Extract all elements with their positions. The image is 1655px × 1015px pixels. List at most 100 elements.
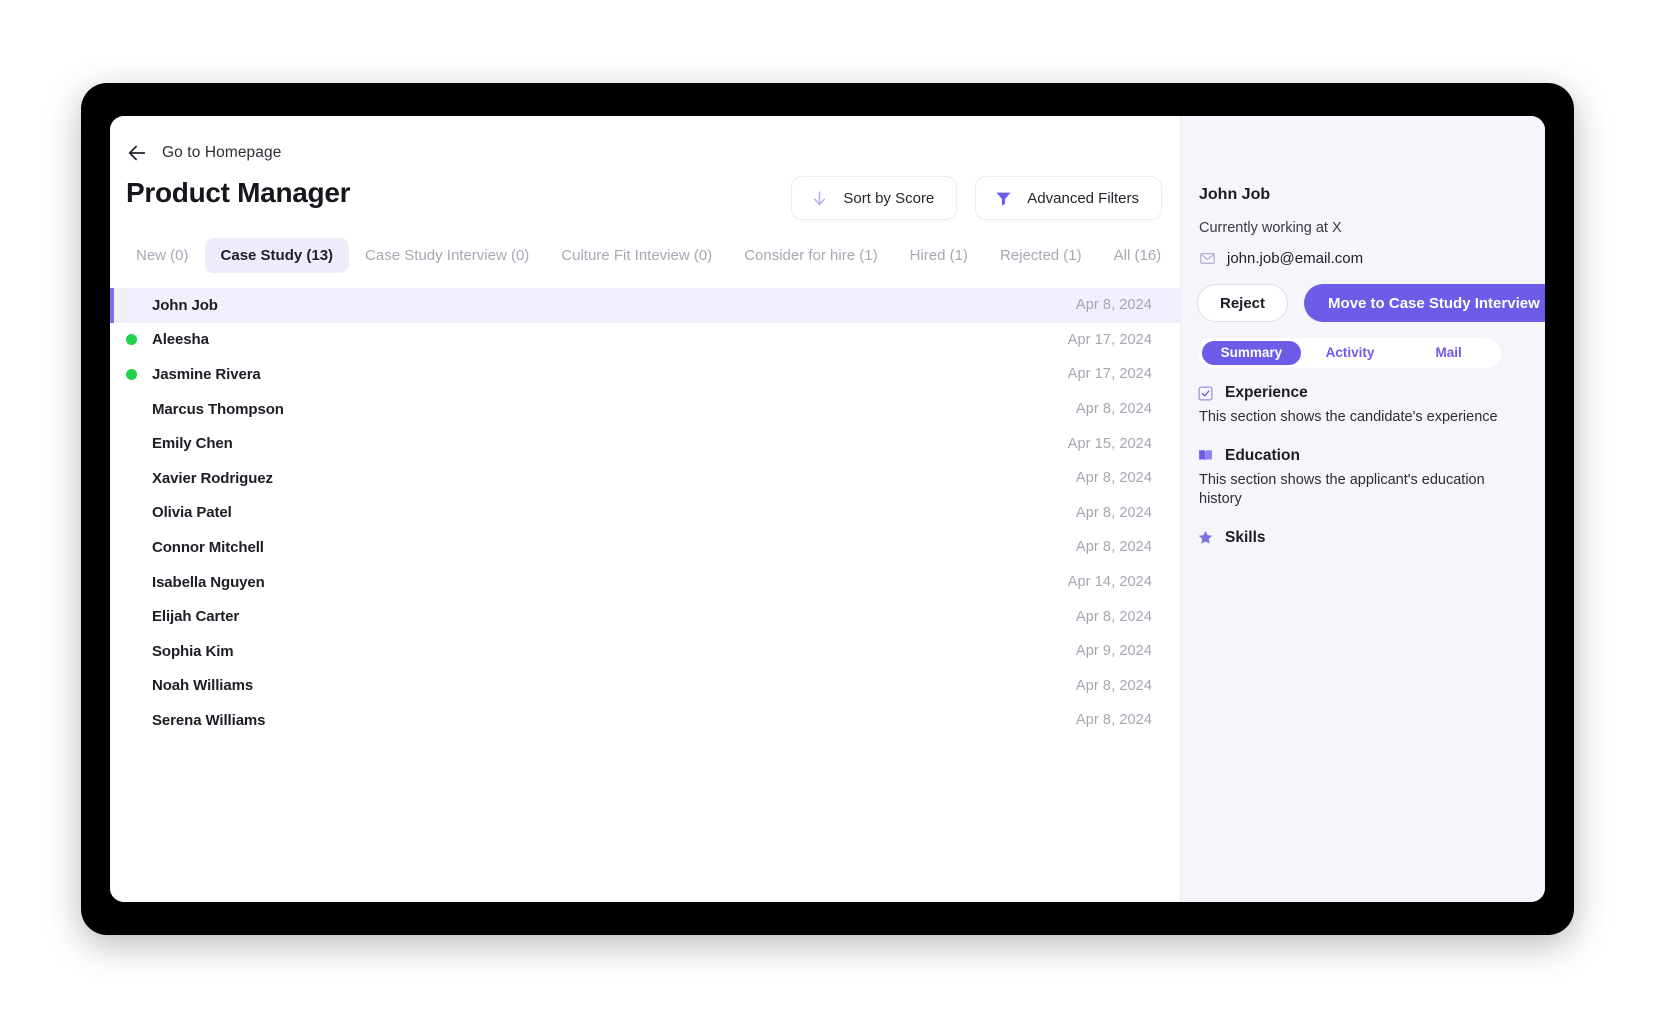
section-body: This section shows the candidate's exper… — [1199, 409, 1498, 425]
row-selection-bar — [110, 530, 114, 565]
candidate-name: Connor Mitchell — [152, 538, 264, 556]
detail-action-buttons: Reject Move to Case Study Interview — [1197, 284, 1545, 322]
row-selection-bar — [110, 703, 114, 738]
sort-by-score-button[interactable]: Sort by Score — [791, 176, 958, 220]
candidate-date: Apr 15, 2024 — [1067, 435, 1152, 452]
table-row[interactable]: Jasmine Rivera Apr 17, 2024 — [110, 357, 1180, 392]
star-icon — [1197, 529, 1214, 546]
candidate-date: Apr 8, 2024 — [1075, 677, 1152, 694]
app-window: Go to Homepage Product Manager Sort by S… — [110, 116, 1545, 902]
row-status-cell — [110, 368, 152, 380]
advanced-filters-button[interactable]: Advanced Filters — [975, 176, 1162, 220]
book-icon — [1197, 447, 1214, 464]
row-selection-bar — [110, 392, 114, 427]
detail-tabs: Summary Activity Mail — [1199, 338, 1501, 368]
candidate-date: Apr 8, 2024 — [1075, 539, 1152, 556]
table-row[interactable]: Olivia Patel Apr 8, 2024 — [110, 496, 1180, 531]
candidate-name: John Job — [152, 296, 218, 314]
section-header-education: Education — [1197, 447, 1531, 465]
table-row[interactable]: Xavier Rodriguez Apr 8, 2024 — [110, 461, 1180, 496]
tab-consider-for-hire-1[interactable]: Consider for hire (1) — [728, 238, 893, 273]
tab-case-study-interview-0[interactable]: Case Study Interview (0) — [349, 238, 545, 273]
table-row[interactable]: Serena Williams Apr 8, 2024 — [110, 703, 1180, 738]
go-to-homepage-label: Go to Homepage — [162, 144, 282, 161]
table-row[interactable]: Elijah Carter Apr 8, 2024 — [110, 599, 1180, 634]
detail-tab-mail[interactable]: Mail — [1399, 341, 1498, 365]
section-header-experience: Experience — [1197, 384, 1531, 402]
row-selection-bar — [110, 323, 114, 358]
section-title: Education — [1225, 446, 1300, 464]
tab-culture-fit-inteview-0[interactable]: Culture Fit Inteview (0) — [545, 238, 728, 273]
candidate-date: Apr 14, 2024 — [1067, 574, 1152, 591]
candidate-name: Marcus Thompson — [152, 400, 284, 418]
tab-hired-1[interactable]: Hired (1) — [894, 238, 984, 273]
tab-new-0[interactable]: New (0) — [120, 238, 205, 273]
detail-email-text: john.job@email.com — [1227, 250, 1364, 267]
candidate-name: Olivia Patel — [152, 504, 232, 522]
move-to-case-study-interview-button[interactable]: Move to Case Study Interview — [1304, 284, 1545, 322]
table-row[interactable]: Isabella Nguyen Apr 14, 2024 — [110, 565, 1180, 600]
envelope-icon — [1199, 250, 1216, 267]
detail-tab-summary[interactable]: Summary — [1202, 341, 1301, 365]
go-to-homepage-link[interactable]: Go to Homepage — [126, 142, 281, 164]
candidate-date: Apr 8, 2024 — [1075, 504, 1152, 521]
table-row[interactable]: Sophia Kim Apr 9, 2024 — [110, 634, 1180, 669]
status-dot-icon — [125, 334, 137, 346]
candidate-detail-pane: John Job Currently working at X john.job… — [1181, 116, 1545, 902]
candidate-date: Apr 8, 2024 — [1075, 712, 1152, 729]
candidate-name: Isabella Nguyen — [152, 573, 265, 591]
candidate-date: Apr 17, 2024 — [1067, 366, 1152, 383]
candidate-date: Apr 8, 2024 — [1075, 401, 1152, 418]
candidate-name: Jasmine Rivera — [152, 365, 261, 383]
toolbar: Sort by Score Advanced Filters — [791, 176, 1162, 220]
candidate-date: Apr 9, 2024 — [1075, 643, 1152, 660]
candidate-name: Noah Williams — [152, 677, 254, 695]
candidate-name: Sophia Kim — [152, 642, 234, 660]
candidate-name: Serena Williams — [152, 711, 266, 729]
table-row[interactable]: Noah Williams Apr 8, 2024 — [110, 669, 1180, 704]
table-row[interactable]: Aleesha Apr 17, 2024 — [110, 323, 1180, 358]
status-tabs: New (0) Case Study (13) Case Study Intervi… — [120, 238, 1170, 273]
checkbox-icon — [1197, 385, 1214, 402]
row-selection-bar — [110, 496, 114, 531]
page-title: Product Manager — [126, 177, 351, 208]
row-selection-bar — [110, 669, 114, 704]
row-selection-bar — [110, 565, 114, 600]
candidate-date: Apr 8, 2024 — [1075, 297, 1152, 314]
advanced-filters-label: Advanced Filters — [1027, 189, 1139, 207]
row-selection-bar — [110, 634, 114, 669]
section-header-skills: Skills — [1197, 529, 1531, 547]
table-row[interactable]: John Job Apr 8, 2024 — [110, 288, 1180, 323]
row-status-cell — [110, 334, 152, 346]
reject-button[interactable]: Reject — [1197, 284, 1289, 322]
table-row[interactable]: Marcus Thompson Apr 8, 2024 — [110, 392, 1180, 427]
tab-case-study-13[interactable]: Case Study (13) — [204, 238, 350, 273]
detail-candidate-name: John Job — [1199, 186, 1271, 203]
tab-rejected-1[interactable]: Rejected (1) — [984, 238, 1098, 273]
candidate-name: Aleesha — [152, 331, 209, 349]
detail-tab-activity[interactable]: Activity — [1301, 341, 1400, 365]
candidate-date: Apr 8, 2024 — [1075, 470, 1152, 487]
sort-by-score-label: Sort by Score — [843, 189, 935, 207]
detail-email-row: john.job@email.com — [1199, 250, 1363, 267]
row-selection-bar — [110, 461, 114, 496]
arrow-left-icon — [126, 142, 148, 164]
candidate-list: John Job Apr 8, 2024 Aleesha Apr 17, 2024 Ja… — [110, 288, 1180, 738]
candidate-name: Elijah Carter — [152, 608, 240, 626]
row-selection-bar — [110, 357, 114, 392]
section-title: Skills — [1225, 528, 1266, 546]
candidate-name: Emily Chen — [152, 435, 233, 453]
tab-all-16[interactable]: All (16) — [1098, 238, 1178, 273]
table-row[interactable]: Emily Chen Apr 15, 2024 — [110, 426, 1180, 461]
section-title: Experience — [1225, 384, 1308, 401]
detail-candidate-subtitle: Currently working at X — [1199, 220, 1342, 236]
detail-sections: Experience This section shows the candida… — [1197, 384, 1531, 547]
main-pane: Go to Homepage Product Manager Sort by S… — [110, 116, 1181, 902]
status-dot-icon — [125, 368, 137, 380]
table-row[interactable]: Connor Mitchell Apr 8, 2024 — [110, 530, 1180, 565]
row-selection-bar — [110, 426, 114, 461]
candidate-name: Xavier Rodriguez — [152, 469, 273, 487]
row-selection-bar — [110, 599, 114, 634]
row-selection-bar — [110, 288, 114, 323]
funnel-icon — [994, 189, 1013, 208]
